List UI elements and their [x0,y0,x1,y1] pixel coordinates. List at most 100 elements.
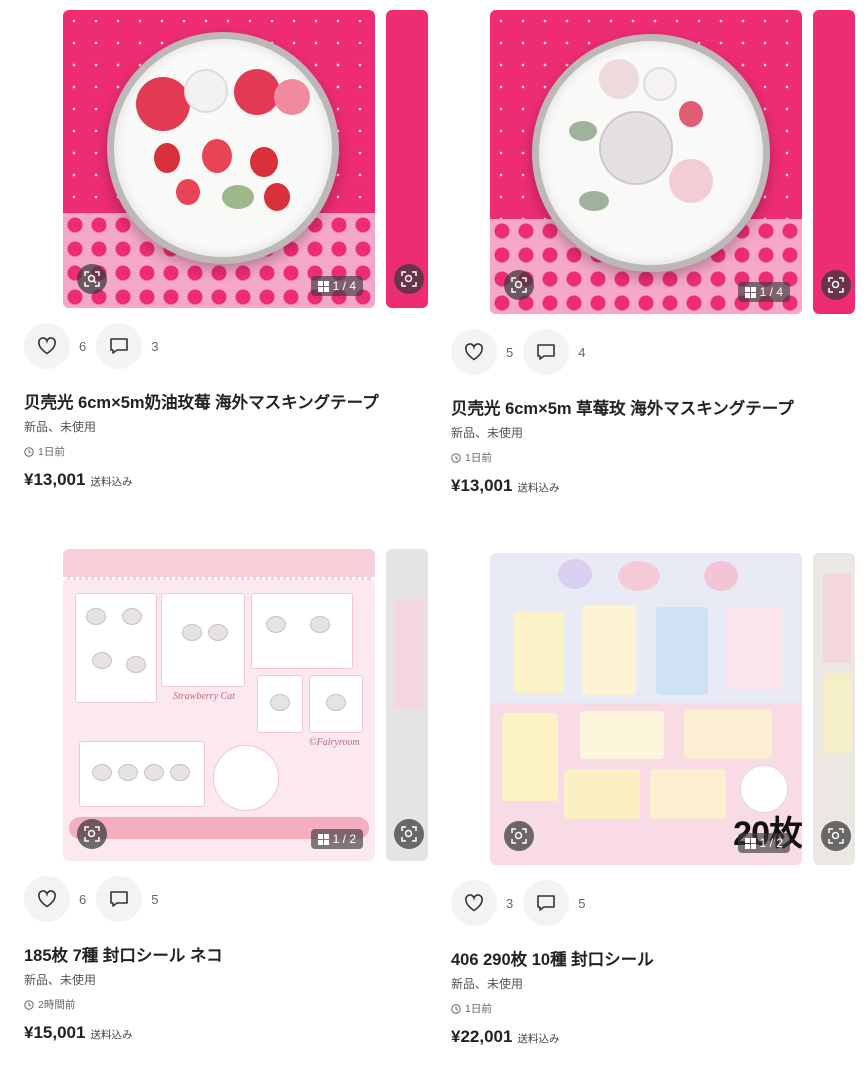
tape-roll-image [107,32,339,264]
like-button[interactable] [451,329,497,375]
product-photo[interactable]: 1 / 4 [63,10,375,308]
posted-time: 1日前 [451,450,861,465]
zoom-button[interactable] [504,821,534,851]
like-button[interactable] [24,876,70,922]
listing-card[interactable]: 1 / 4 5 4 贝壳光 6cm×5m 草莓玫 海外マスキングテープ 新品、未… [451,10,861,496]
rose-graphic [136,77,190,131]
comment-button[interactable] [96,323,143,369]
heart-icon [38,890,56,908]
clock-icon [451,1003,461,1014]
zoom-scan-icon [401,271,417,287]
comment-count: 3 [151,338,159,354]
zoom-button[interactable] [77,819,107,849]
engagement-row: 3 5 [451,879,861,927]
zoom-button[interactable] [394,819,424,849]
price: ¥22,001 [451,1027,513,1046]
engagement-row: 6 3 [24,322,434,370]
comment-button[interactable] [96,876,143,922]
item-condition: 新品、未使用 [451,977,524,991]
like-button[interactable] [451,880,497,926]
next-photo-peek[interactable] [813,553,855,865]
scallop-border-decoration [63,549,375,580]
sticker-sheet-graphic [650,769,726,819]
grid-icon [744,286,756,298]
brand-caption: ©Fairyroom [309,737,360,748]
image-carousel[interactable]: Strawberry Cat ©Fairyroom 1 / 2 [24,549,434,861]
price: ¥15,001 [24,1023,86,1042]
comment-count: 5 [151,891,159,907]
sticker-sheet-graphic [309,675,363,733]
next-photo-peek[interactable] [386,10,428,308]
product-photo[interactable]: Strawberry Cat ©Fairyroom 1 / 2 [63,549,375,861]
leaf-graphic [222,185,254,209]
listing-title[interactable]: 406 290枚 10種 封口シール [451,949,861,971]
next-photo-peek[interactable] [386,549,428,861]
zoom-button[interactable] [504,270,534,300]
price-row: ¥13,001 送料込み [451,476,861,496]
strawberry-graphic [250,147,278,177]
comment-icon [110,891,129,907]
like-count: 5 [506,344,514,360]
heart-icon [38,337,56,355]
sticker-sheet-graphic [79,741,205,807]
image-carousel[interactable]: 1 / 4 [24,10,434,308]
strawberry-graphic [202,139,232,173]
sticker-sheet-graphic [75,593,157,703]
zoom-scan-icon [84,271,100,287]
tape-roll-image [532,34,770,272]
comment-icon [537,344,556,360]
strawberry-graphic [176,179,200,205]
comment-count: 5 [578,895,586,911]
listing-title[interactable]: 贝壳光 6cm×5m 草莓玫 海外マスキングテープ [451,398,861,420]
like-count: 3 [506,895,514,911]
product-photo[interactable]: 20枚 1 / 2 [490,553,802,865]
posted-time: 1日前 [24,444,434,459]
sticker-sheet-graphic [161,593,245,687]
price-row: ¥15,001 送料込み [24,1023,434,1043]
sticker-sheet-graphic [656,607,708,695]
zoom-button[interactable] [821,821,851,851]
leaf-graphic [569,121,597,141]
listing-card[interactable]: Strawberry Cat ©Fairyroom 1 / 2 6 5 185枚… [24,549,434,1043]
heart-icon [465,343,483,361]
item-condition: 新品、未使用 [24,420,97,434]
comment-button[interactable] [523,329,570,375]
product-photo[interactable]: 1 / 4 [490,10,802,314]
zoom-scan-icon [84,826,100,842]
round-sticker-graphic [213,745,279,811]
sticker-pack-graphic [823,573,851,663]
grid-icon [744,837,756,849]
listing-card[interactable]: 1 / 4 6 3 贝壳光 6cm×5m奶油玫莓 海外マスキングテープ 新品、未… [24,10,434,490]
strawberry-graphic [264,183,290,211]
item-condition: 新品、未使用 [24,973,97,987]
listing-card[interactable]: 20枚 1 / 2 [451,553,861,1047]
zoom-button[interactable] [821,270,851,300]
strawberry-graphic [679,101,703,127]
zoom-scan-icon [401,826,417,842]
like-count: 6 [79,891,87,907]
zoom-scan-icon [828,277,844,293]
listing-title[interactable]: 185枚 7種 封口シール ネコ [24,945,434,967]
zoom-scan-icon [828,828,844,844]
image-counter: 1 / 4 [737,282,790,302]
sticker-sheet-graphic [502,713,558,801]
comment-icon [110,338,129,354]
zoom-button[interactable] [394,264,424,294]
posted-time: 1日前 [451,1001,861,1016]
engagement-row: 6 5 [24,875,434,923]
comment-icon [537,895,556,911]
grid-icon [317,833,329,845]
zoom-button[interactable] [77,264,107,294]
image-carousel[interactable]: 1 / 4 [451,10,861,314]
shipping-note: 送料込み [517,482,560,494]
next-photo-peek[interactable] [813,10,855,314]
like-button[interactable] [24,323,70,369]
bunny-graphic [558,559,592,589]
comment-button[interactable] [523,880,570,926]
sticker-sheet-graphic [251,593,353,669]
bunny-graphic [704,561,738,591]
image-carousel[interactable]: 20枚 1 / 2 [451,553,861,865]
listing-title[interactable]: 贝壳光 6cm×5m奶油玫莓 海外マスキングテープ [24,392,434,414]
pink-rose-graphic [669,159,713,203]
leaf-graphic [579,191,609,211]
